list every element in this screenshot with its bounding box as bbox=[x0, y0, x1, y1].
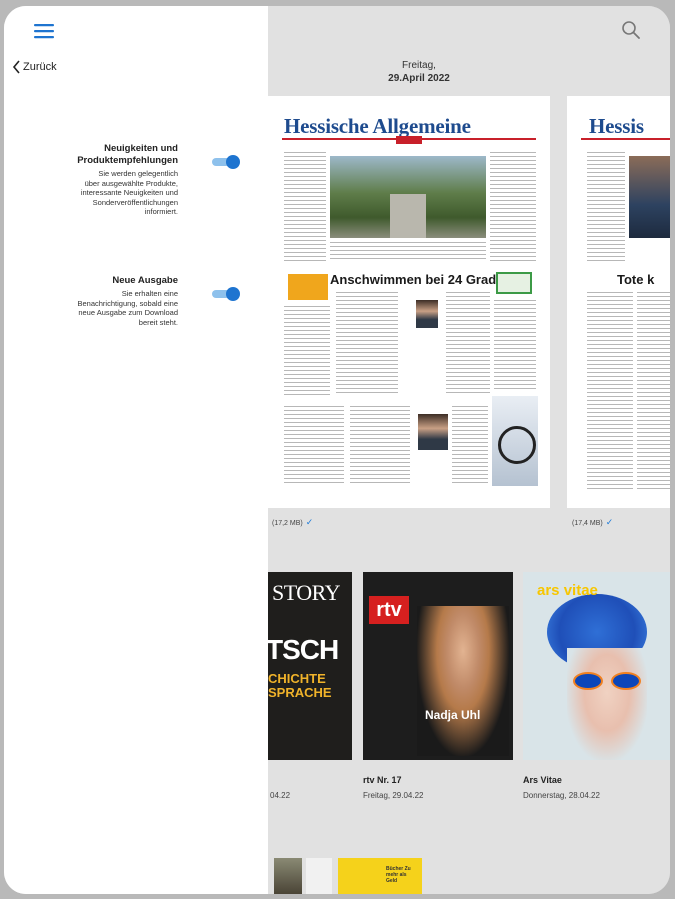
text-column bbox=[284, 406, 344, 486]
description-line: neue Ausgabe zum Download bbox=[78, 308, 178, 317]
description-line: bereit steht. bbox=[138, 317, 178, 327]
sunglasses bbox=[573, 672, 643, 690]
description-line: interessante Neuigkeiten und bbox=[80, 188, 178, 197]
back-label: Zurück bbox=[23, 61, 57, 73]
text-column bbox=[490, 152, 536, 264]
issue-weekday: Freitag, bbox=[402, 60, 436, 71]
magazine-thumb[interactable]: Bücher Zu mehr als Geld bbox=[338, 858, 422, 894]
cover-headline: TSCH bbox=[266, 634, 339, 665]
description-line: informiert. bbox=[144, 207, 178, 216]
magazine-date: Freitag, 29.04.22 bbox=[363, 791, 424, 800]
issue-date: 29.April 2022 bbox=[388, 73, 450, 84]
download-size-1: (17,2 MB) ✓ bbox=[272, 517, 313, 528]
settings-drawer: Zurück Neuigkeiten und Produktempfehlung… bbox=[4, 6, 268, 894]
newspaper-cover-2[interactable]: Hessis Tote k bbox=[567, 96, 670, 508]
issue-date-header: Freitag, 29.April 2022 bbox=[334, 60, 504, 85]
file-size: (17,2 MB) bbox=[272, 520, 303, 527]
text-column bbox=[336, 292, 398, 396]
magazine-title: Ars Vitae bbox=[523, 775, 562, 785]
description-line: Sie werden gelegentlich bbox=[98, 169, 178, 178]
cover-name: Nadja Uhl bbox=[425, 708, 481, 722]
setting-title: Neuigkeiten und Produktempfehlungen bbox=[4, 143, 178, 167]
setting-title-line: Neue Ausgabe bbox=[112, 275, 178, 286]
newspaper-headline: Anschwimmen bei 24 Grad bbox=[330, 272, 497, 287]
description-line: über ausgewählte Produkte, bbox=[84, 178, 178, 188]
magazine-cover-1[interactable]: STORY TSCH CHICHTE SPRACHE bbox=[266, 572, 352, 760]
description-line: Sie erhalten eine bbox=[121, 289, 178, 298]
tablet-screen: Freitag, 29.April 2022 Hessische Allgeme… bbox=[4, 6, 670, 894]
text-column bbox=[587, 292, 633, 492]
file-size: (17,4 MB) bbox=[572, 520, 603, 527]
setting-description: Sie werden gelegentlich über ausgewählte… bbox=[4, 169, 178, 217]
back-button[interactable]: Zurück bbox=[12, 60, 57, 74]
magazine-thumb[interactable] bbox=[306, 858, 332, 894]
checkmark-icon: ✓ bbox=[605, 517, 614, 527]
cover-subline: CHICHTE SPRACHE bbox=[268, 671, 332, 700]
magazine-date: Donnerstag, 28.04.22 bbox=[523, 791, 600, 800]
newspaper-masthead: Hessis bbox=[589, 114, 644, 138]
cover-face bbox=[567, 648, 647, 760]
toggle-new-issue[interactable] bbox=[212, 287, 240, 301]
text-column bbox=[452, 406, 488, 486]
magazine-cover-rtv[interactable]: rtv Nadja Uhl bbox=[363, 572, 513, 760]
magazine-date: 04.22 bbox=[270, 791, 291, 800]
text-column bbox=[330, 242, 486, 262]
newspaper-headline: Tote k bbox=[617, 272, 655, 287]
menu-icon[interactable] bbox=[34, 23, 54, 39]
text-column bbox=[637, 292, 670, 492]
ad-photo bbox=[492, 396, 538, 486]
promo-box bbox=[288, 274, 328, 300]
chevron-left-icon bbox=[12, 60, 20, 74]
newspaper-masthead: Hessische Allgemeine bbox=[284, 114, 471, 138]
masthead-badge bbox=[396, 136, 422, 144]
toggle-news-recommendations[interactable] bbox=[212, 155, 240, 169]
toggle-knob bbox=[226, 155, 240, 169]
text-column bbox=[350, 406, 410, 486]
text-column bbox=[587, 152, 625, 264]
text-column bbox=[284, 306, 330, 396]
masthead-rule bbox=[581, 138, 670, 140]
thumb-text: Bücher Zu mehr als Geld bbox=[386, 866, 411, 884]
magazine-title: rtv Nr. 17 bbox=[363, 775, 402, 785]
magazine-thumb[interactable] bbox=[274, 858, 302, 894]
setting-description: Sie erhalten eine Benachrichtigung, soba… bbox=[4, 289, 179, 327]
setting-news-recommendations: Neuigkeiten und Produktempfehlungen Sie … bbox=[4, 143, 178, 217]
rtv-logo: rtv bbox=[369, 596, 409, 624]
cover-photo bbox=[330, 156, 486, 238]
setting-title-line: Produktempfehlungen bbox=[77, 155, 178, 166]
portrait-photo bbox=[418, 414, 448, 450]
info-box bbox=[496, 272, 532, 294]
text-column bbox=[284, 152, 326, 264]
cover-title: STORY bbox=[272, 580, 341, 605]
cover-photo bbox=[629, 156, 670, 238]
description-line: Sonderveröffentlichungen bbox=[92, 197, 178, 207]
setting-title: Neue Ausgabe bbox=[4, 275, 178, 287]
cover-brand: ars vitae bbox=[537, 582, 598, 599]
magazine-cover-ars-vitae[interactable]: ars vitae bbox=[523, 572, 670, 760]
description-line: Benachrichtigung, sobald eine bbox=[77, 298, 179, 308]
portrait-photo bbox=[416, 300, 438, 328]
setting-new-issue: Neue Ausgabe Sie erhalten eine Benachric… bbox=[4, 275, 179, 327]
cover-photo bbox=[417, 606, 509, 756]
download-size-2: (17,4 MB) ✓ bbox=[572, 517, 613, 528]
checkmark-icon: ✓ bbox=[305, 517, 314, 527]
text-column bbox=[446, 292, 490, 396]
setting-title-line: Neuigkeiten und bbox=[104, 143, 178, 154]
search-icon[interactable] bbox=[619, 18, 643, 42]
toggle-knob bbox=[226, 287, 240, 301]
newspaper-cover-1[interactable]: Hessische Allgemeine Anschwimmen bei 24 … bbox=[268, 96, 550, 508]
text-column bbox=[494, 300, 536, 390]
